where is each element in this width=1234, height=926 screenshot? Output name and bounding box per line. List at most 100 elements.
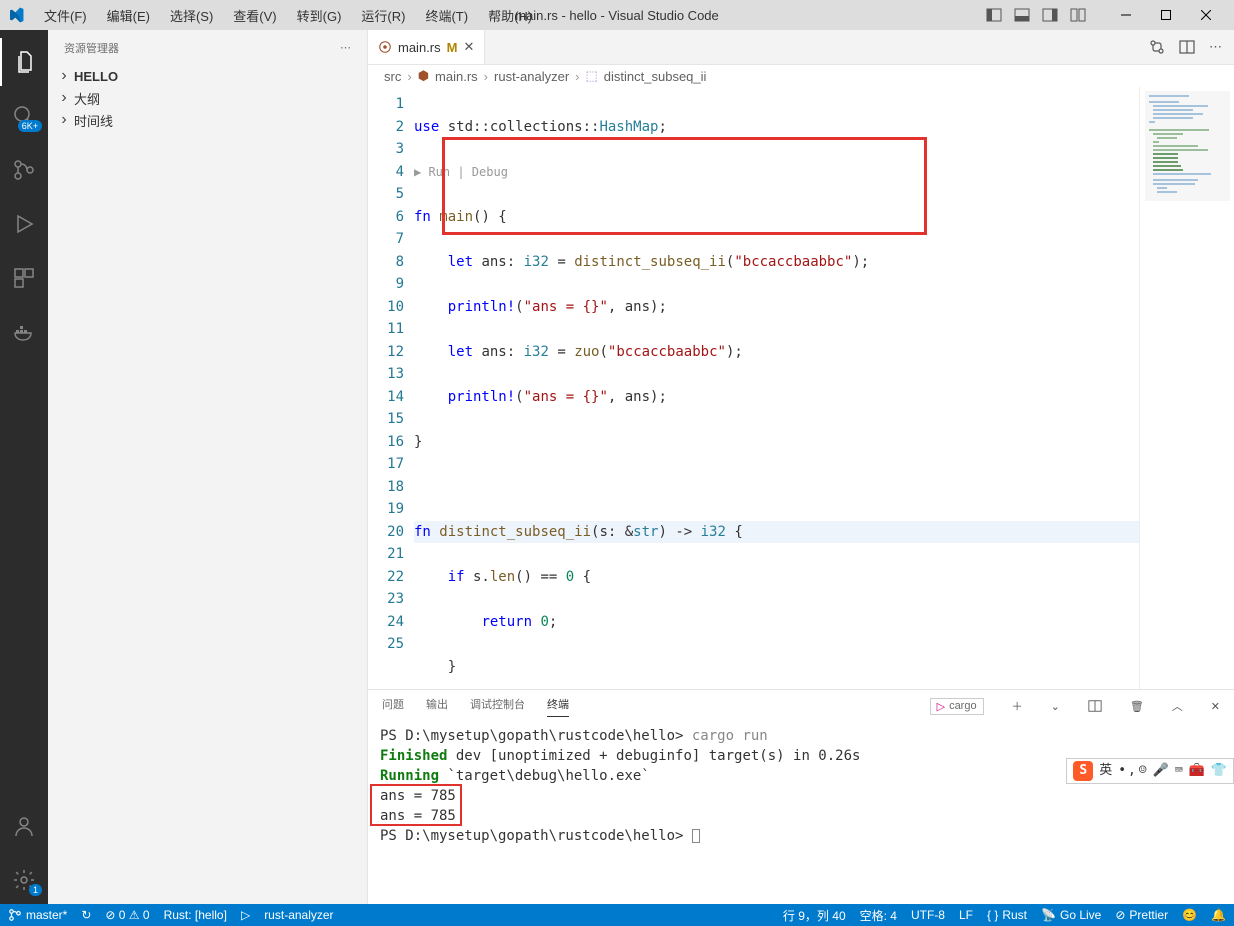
close-icon[interactable]: ✕ <box>463 39 474 55</box>
status-indent[interactable]: 空格: 4 <box>860 907 897 924</box>
sidebar-title: 资源管理器 <box>64 40 340 56</box>
ime-mic-icon[interactable]: 🎤 <box>1153 761 1169 781</box>
panel: 问题 输出 调试控制台 终端 ▷cargo ＋ ⌄ 🗑 ︿ ✕ S 英 • , … <box>368 689 1234 904</box>
chevron-right-icon <box>56 90 72 106</box>
bc-symbol[interactable]: distinct_subseq_ii <box>604 69 707 84</box>
status-feedback-icon[interactable]: 😊 <box>1182 908 1197 922</box>
more-actions-icon[interactable]: ⋯ <box>1209 39 1222 55</box>
menu-edit[interactable]: 编辑(E) <box>99 4 158 27</box>
status-analyzer[interactable]: rust-analyzer <box>264 908 333 922</box>
layout-grid-icon[interactable] <box>1070 7 1086 23</box>
status-prettier[interactable]: ⊘ Prettier <box>1115 908 1168 922</box>
menu-file[interactable]: 文件(F) <box>36 4 95 27</box>
bc-file[interactable]: main.rs <box>435 69 478 84</box>
chevron-right-icon <box>56 68 72 84</box>
ime-keyboard-icon[interactable]: ⌨ <box>1175 761 1183 781</box>
maximize-panel-icon[interactable]: ︿ <box>1172 698 1183 714</box>
status-rust-project[interactable]: Rust: [hello] <box>164 908 227 922</box>
menu-run[interactable]: 运行(R) <box>353 4 413 27</box>
activity-extensions[interactable] <box>0 254 48 302</box>
split-terminal-icon[interactable] <box>1088 699 1102 713</box>
ime-dot-icon[interactable]: • , <box>1118 761 1132 781</box>
rust-file-icon <box>378 40 392 54</box>
sidebar-item-label: 时间线 <box>72 111 359 130</box>
code-editor[interactable]: use std::collections::HashMap; ▶ Run | D… <box>414 87 1139 689</box>
panel-tab-problems[interactable]: 问题 <box>382 696 404 716</box>
panel-tab-terminal[interactable]: 终端 <box>547 696 569 717</box>
title-bar: 文件(F) 编辑(E) 选择(S) 查看(V) 转到(G) 运行(R) 终端(T… <box>0 0 1234 30</box>
terminal-dropdown-icon[interactable]: ⌄ <box>1051 700 1060 713</box>
minimap[interactable] <box>1139 87 1234 689</box>
menu-goto[interactable]: 转到(G) <box>289 4 350 27</box>
bc-folder[interactable]: src <box>384 69 401 84</box>
panel-tab-debug-console[interactable]: 调试控制台 <box>470 696 525 716</box>
status-bar: master* ↻ ⊘ 0 ⚠ 0 Rust: [hello] ▷ rust-a… <box>0 904 1234 926</box>
ime-skin-icon[interactable]: 👕 <box>1211 761 1227 781</box>
ime-lang[interactable]: 英 <box>1099 761 1112 781</box>
codelens-run-debug[interactable]: ▶ Run | Debug <box>414 161 1139 184</box>
rust-file-icon: ⬢ <box>418 68 429 84</box>
activity-docker[interactable] <box>0 308 48 356</box>
ime-emoji-icon[interactable]: ☺ <box>1139 761 1147 781</box>
line-gutter: 1234567891011121314151617181920212223242… <box>368 87 414 689</box>
status-problems[interactable]: ⊘ 0 ⚠ 0 <box>105 908 149 922</box>
chevron-right-icon <box>56 112 72 128</box>
layout-bottom-icon[interactable] <box>1014 7 1030 23</box>
status-cursor-pos[interactable]: 行 9，列 40 <box>783 907 846 924</box>
vscode-icon <box>8 7 24 23</box>
sidebar-item-timeline[interactable]: 时间线 <box>48 109 367 131</box>
function-icon: ⬚ <box>586 68 598 84</box>
activity-account[interactable] <box>0 802 48 850</box>
status-eol[interactable]: LF <box>959 908 973 922</box>
sidebar-more-icon[interactable]: ⋯ <box>340 41 351 54</box>
close-button[interactable] <box>1186 0 1226 30</box>
sidebar: 资源管理器 ⋯ HELLO 大纲 时间线 <box>48 30 368 904</box>
bc-module[interactable]: rust-analyzer <box>494 69 569 84</box>
badge: 6K+ <box>18 120 42 132</box>
activity-scm[interactable] <box>0 146 48 194</box>
status-sync[interactable]: ↻ <box>81 908 91 922</box>
menu-terminal[interactable]: 终端(T) <box>417 4 476 27</box>
close-panel-icon[interactable]: ✕ <box>1211 700 1220 713</box>
tab-main-rs[interactable]: main.rs M ✕ <box>368 30 485 64</box>
activity-debug[interactable] <box>0 200 48 248</box>
layout-left-icon[interactable] <box>986 7 1002 23</box>
minimap-content <box>1145 91 1230 241</box>
maximize-button[interactable] <box>1146 0 1186 30</box>
ime-toolbar[interactable]: S 英 • , ☺ 🎤 ⌨ 🧰 👕 <box>1066 758 1234 784</box>
terminal-select[interactable]: ▷cargo <box>930 698 984 715</box>
ime-toolbox-icon[interactable]: 🧰 <box>1189 761 1205 781</box>
kill-terminal-icon[interactable]: 🗑 <box>1130 700 1144 713</box>
minimize-button[interactable] <box>1106 0 1146 30</box>
status-branch[interactable]: master* <box>8 908 67 922</box>
layout-right-icon[interactable] <box>1042 7 1058 23</box>
terminal[interactable]: S 英 • , ☺ 🎤 ⌨ 🧰 👕 PS D:\mysetup\gopath\r… <box>368 722 1234 904</box>
panel-tab-output[interactable]: 输出 <box>426 696 448 716</box>
compare-changes-icon[interactable] <box>1149 39 1165 55</box>
sidebar-item-outline[interactable]: 大纲 <box>48 87 367 109</box>
sidebar-item-label: 大纲 <box>72 89 359 108</box>
editor-body[interactable]: 1234567891011121314151617181920212223242… <box>368 87 1234 689</box>
badge: 1 <box>29 884 42 896</box>
ime-sogou-icon[interactable]: S <box>1073 761 1093 781</box>
status-bell-icon[interactable]: 🔔 <box>1211 908 1226 922</box>
sidebar-item-hello[interactable]: HELLO <box>48 65 367 87</box>
breadcrumbs[interactable]: src› ⬢ main.rs› rust-analyzer› ⬚ distinc… <box>368 65 1234 87</box>
tab-label: main.rs <box>398 40 441 55</box>
status-golive[interactable]: 📡 Go Live <box>1041 908 1101 922</box>
status-language[interactable]: { } Rust <box>987 908 1027 922</box>
new-terminal-icon[interactable]: ＋ <box>1012 698 1023 714</box>
split-editor-icon[interactable] <box>1179 39 1195 55</box>
tab-modified-indicator: M <box>447 40 458 55</box>
panel-tabs: 问题 输出 调试控制台 终端 ▷cargo ＋ ⌄ 🗑 ︿ ✕ <box>368 690 1234 722</box>
activity-search[interactable]: 6K+ <box>0 92 48 140</box>
tab-bar: main.rs M ✕ ⋯ <box>368 30 1234 65</box>
sidebar-item-label: HELLO <box>72 69 359 84</box>
status-run-icon[interactable]: ▷ <box>241 908 250 922</box>
menu-select[interactable]: 选择(S) <box>162 4 221 27</box>
highlight-box-terminal <box>370 784 462 826</box>
activity-settings[interactable]: 1 <box>0 856 48 904</box>
status-encoding[interactable]: UTF-8 <box>911 908 945 922</box>
activity-explorer[interactable] <box>0 38 48 86</box>
menu-view[interactable]: 查看(V) <box>225 4 284 27</box>
